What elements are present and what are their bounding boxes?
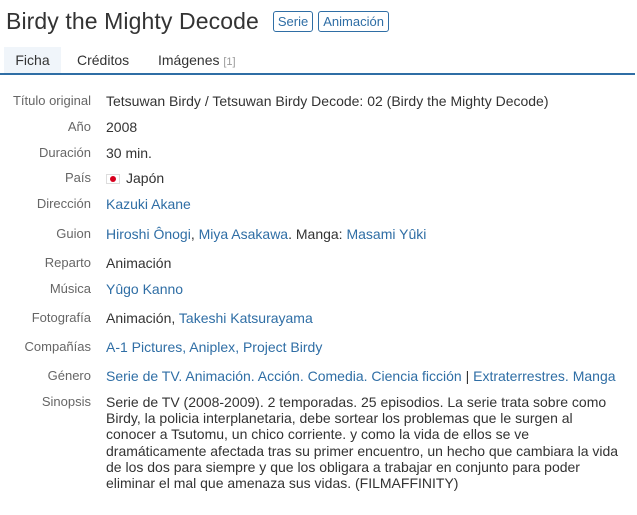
field-label: Guion <box>56 226 91 241</box>
japan-flag-icon <box>106 174 120 184</box>
page-header: Birdy the Mighty Decode Serie Animación <box>6 8 389 35</box>
genre-link[interactable]: Animación <box>185 368 250 384</box>
company-link[interactable]: A-1 Pictures <box>106 339 182 355</box>
separator: . <box>564 368 573 384</box>
genre-link[interactable]: Serie de TV <box>106 368 178 384</box>
field-value: Animación, Takeshi Katsurayama <box>106 310 313 326</box>
tab-ficha-label: Ficha <box>15 52 50 68</box>
field-value: 30 min. <box>106 145 152 161</box>
director-link[interactable]: Kazuki Akane <box>106 196 191 212</box>
field-value: 2008 <box>106 119 138 135</box>
separator: . <box>299 368 308 384</box>
field-label: Título original <box>12 93 91 108</box>
field-label: Dirección <box>36 196 91 211</box>
separator: , <box>190 226 199 242</box>
photography-prefix: Animación, <box>106 310 179 326</box>
tab-imagenes-count: [1] <box>223 56 236 68</box>
field-value: A-1 Pictures, Aniplex, Project Birdy <box>106 339 322 355</box>
cinematographer-link[interactable]: Takeshi Katsurayama <box>179 310 313 326</box>
topic-link[interactable]: Manga <box>573 368 616 384</box>
manga-author-link[interactable]: Masami Yûki <box>346 226 426 242</box>
topic-link[interactable]: Extraterrestres <box>473 368 565 384</box>
page-title: Birdy the Mighty Decode <box>6 8 259 34</box>
field-label: Duración <box>38 145 91 160</box>
company-link[interactable]: Aniplex <box>189 339 235 355</box>
field-value: Japón <box>106 170 164 186</box>
field-label: Música <box>49 281 91 296</box>
field-value: Hiroshi Ônogi, Miya Asakawa. Manga: Masa… <box>106 226 426 242</box>
field-label: Sinopsis <box>41 394 91 409</box>
badge-animacion[interactable]: Animación <box>318 11 389 32</box>
field-value: Animación <box>106 255 172 271</box>
separator: . <box>250 368 258 384</box>
writer-link[interactable]: Miya Asakawa <box>199 226 288 242</box>
company-link[interactable]: Project Birdy <box>243 339 322 355</box>
field-label: País <box>64 170 91 185</box>
tab-underline <box>0 73 635 75</box>
country-name: Japón <box>126 170 165 186</box>
genre-link[interactable]: Comedia <box>308 368 364 384</box>
field-label: Año <box>67 119 91 134</box>
tab-ficha[interactable]: Ficha <box>4 47 61 73</box>
field-label: Compañías <box>24 339 91 354</box>
field-label: Género <box>47 368 91 383</box>
writer-link[interactable]: Hiroshi Ônogi <box>106 226 191 242</box>
tab-imagenes[interactable]: Imágenes [1] <box>158 47 236 75</box>
tab-creditos[interactable]: Créditos <box>77 47 129 73</box>
badge-serie[interactable]: Serie <box>272 11 314 32</box>
genre-link[interactable]: Ciencia ficción <box>371 368 461 384</box>
field-value: Tetsuwan Birdy / Tetsuwan Birdy Decode: … <box>106 93 549 109</box>
separator: , <box>235 339 243 355</box>
field-label: Reparto <box>44 255 91 270</box>
field-value: Yûgo Kanno <box>106 281 183 297</box>
manga-prefix: . Manga: <box>288 226 347 242</box>
composer-link[interactable]: Yûgo Kanno <box>106 281 183 297</box>
field-value: Serie de TV. Animación. Acción. Comedia.… <box>106 368 616 384</box>
field-label: Fotografía <box>31 310 91 325</box>
genre-divider: | <box>461 368 474 384</box>
tab-creditos-label: Créditos <box>77 52 130 68</box>
genre-link[interactable]: Acción <box>258 368 300 384</box>
tab-imagenes-label: Imágenes <box>158 52 220 68</box>
field-value: Kazuki Akane <box>106 196 191 212</box>
tab-bar: Ficha Créditos Imágenes [1] <box>0 47 637 75</box>
synopsis-text: Serie de TV (2008-2009). 2 temporadas. 2… <box>106 394 619 492</box>
